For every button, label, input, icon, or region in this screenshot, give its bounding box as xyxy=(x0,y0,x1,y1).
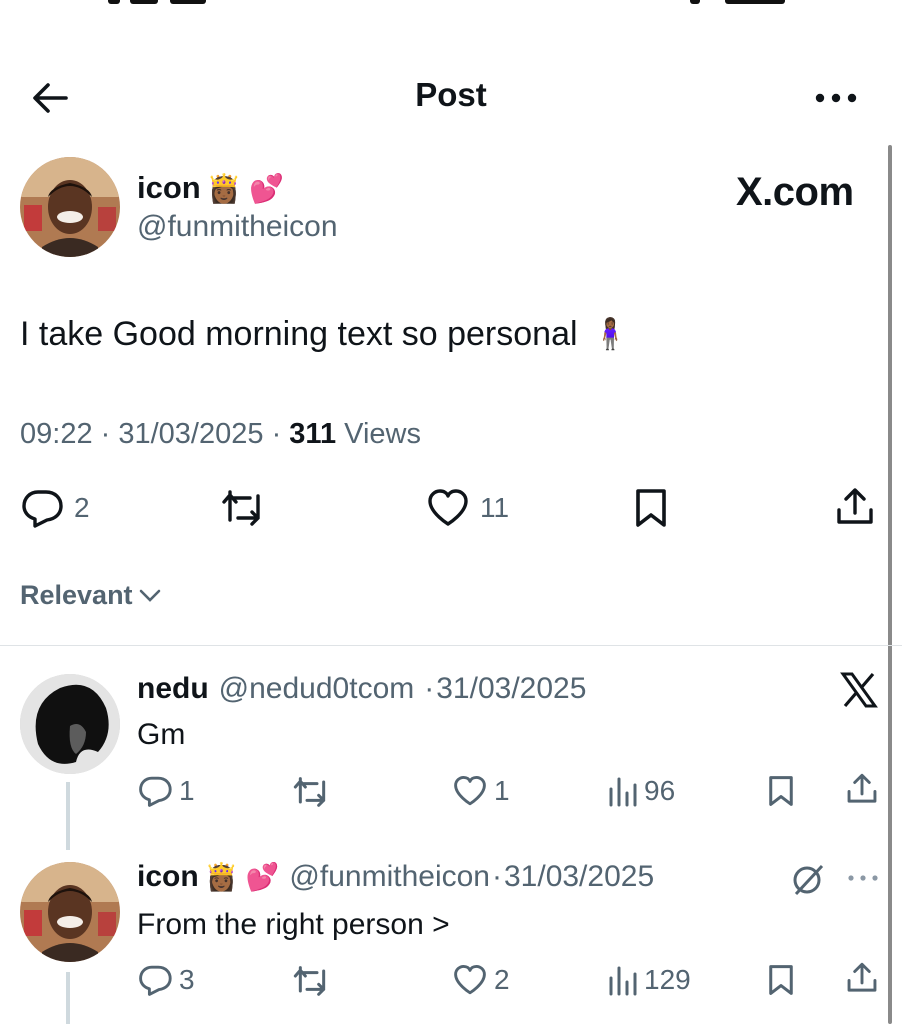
reply-date-separator: · xyxy=(424,672,435,705)
more-options-icon[interactable] xyxy=(846,866,880,895)
share-button[interactable] xyxy=(845,961,879,995)
status-bar xyxy=(0,0,902,6)
repost-icon xyxy=(293,966,326,996)
author-handle[interactable]: @funmitheicon xyxy=(137,210,338,244)
reply-button[interactable]: 1 xyxy=(137,775,195,807)
reply-handle[interactable]: @nedud0tcom xyxy=(219,672,415,706)
reply-handle[interactable]: @funmitheicon xyxy=(289,860,490,894)
post-text-content: I take Good morning text so personal xyxy=(20,315,578,353)
reply-button[interactable]: 3 xyxy=(137,964,195,996)
thread-line xyxy=(66,782,70,850)
post-date[interactable]: 31/03/2025 xyxy=(118,418,263,450)
reply-author-name[interactable]: icon 👸🏾 💕 xyxy=(137,860,279,894)
avatar[interactable] xyxy=(20,157,120,257)
like-button[interactable]: 11 xyxy=(426,488,509,528)
reply-author-name-text: icon xyxy=(137,860,199,893)
author-name-text: icon xyxy=(137,170,201,205)
author-emojis: 👸🏾 💕 xyxy=(206,172,285,204)
reply-avatar[interactable] xyxy=(20,674,120,774)
views-button[interactable]: 96 xyxy=(608,775,675,807)
views-label: Views xyxy=(344,418,421,450)
heart-icon xyxy=(454,775,486,806)
bookmark-icon xyxy=(636,489,666,527)
bookmark-icon xyxy=(769,965,793,995)
sort-label: Relevant xyxy=(20,580,133,610)
source-label: X.com xyxy=(736,170,854,214)
analytics-icon xyxy=(609,777,637,807)
bookmark-button[interactable] xyxy=(766,775,796,807)
reply-text: Gm xyxy=(137,718,186,751)
like-button[interactable]: 1 xyxy=(452,775,510,807)
repost-icon xyxy=(222,490,260,526)
share-icon xyxy=(847,962,877,992)
reply-icon xyxy=(22,490,63,528)
bookmark-button[interactable] xyxy=(632,488,670,528)
bookmark-button[interactable] xyxy=(766,964,796,996)
heart-icon xyxy=(454,964,486,995)
analytics-icon xyxy=(609,966,637,996)
reply-header: icon 👸🏾 💕 @funmitheicon · 31/03/2025 xyxy=(137,860,654,894)
view-count: 96 xyxy=(644,775,676,806)
thread-line xyxy=(66,972,70,1024)
share-icon xyxy=(837,488,873,524)
reply-date-separator: · xyxy=(491,860,502,893)
reply-icon xyxy=(139,965,172,996)
reply-date[interactable]: 31/03/2025 xyxy=(504,860,654,894)
reply-date[interactable]: 31/03/2025 xyxy=(436,672,586,706)
reply-header: nedu @nedud0tcom · 31/03/2025 xyxy=(137,672,586,706)
views-button[interactable]: 129 xyxy=(608,964,691,996)
reply-count: 2 xyxy=(74,492,90,523)
share-button[interactable] xyxy=(834,486,876,528)
repost-button[interactable] xyxy=(220,488,268,528)
view-count: 129 xyxy=(644,964,691,995)
repost-icon xyxy=(293,777,326,807)
share-button[interactable] xyxy=(845,772,879,806)
reply-author-name[interactable]: nedu xyxy=(137,672,209,706)
like-count: 11 xyxy=(480,492,510,523)
post-text: I take Good morning text so personal 🧍🏾‍… xyxy=(20,315,629,354)
page-title: Post xyxy=(415,76,487,113)
more-options-icon[interactable] xyxy=(812,78,860,118)
scrollbar[interactable] xyxy=(888,145,892,1024)
divider xyxy=(0,645,902,646)
standing-woman-emoji: 🧍🏾‍♀️ xyxy=(591,318,629,351)
chevron-down-icon xyxy=(139,589,160,602)
reply-count: 1 xyxy=(179,775,195,806)
x-logo-icon xyxy=(840,672,878,713)
bookmark-icon xyxy=(769,776,793,806)
share-icon xyxy=(847,773,877,803)
reply-icon xyxy=(139,776,172,807)
author-name[interactable]: icon 👸🏾 💕 xyxy=(137,170,284,206)
heart-icon xyxy=(428,489,468,526)
views-count: 311 xyxy=(289,418,337,450)
reply-count: 3 xyxy=(179,964,195,995)
like-count: 2 xyxy=(494,964,510,995)
reply-text: From the right person > xyxy=(137,908,450,941)
reply-avatar[interactable] xyxy=(20,862,120,962)
author-emojis: 👸🏾 💕 xyxy=(204,862,280,892)
repost-button[interactable] xyxy=(292,964,332,998)
like-button[interactable]: 2 xyxy=(452,964,510,996)
sort-dropdown[interactable]: Relevant xyxy=(20,580,161,611)
reply-button[interactable]: 2 xyxy=(20,488,90,528)
post-meta: 09:22 · 31/03/2025 · 311 Views xyxy=(20,418,421,450)
post-time[interactable]: 09:22 xyxy=(20,418,93,450)
grok-icon[interactable] xyxy=(790,862,826,903)
repost-button[interactable] xyxy=(292,775,332,809)
like-count: 1 xyxy=(494,775,510,806)
